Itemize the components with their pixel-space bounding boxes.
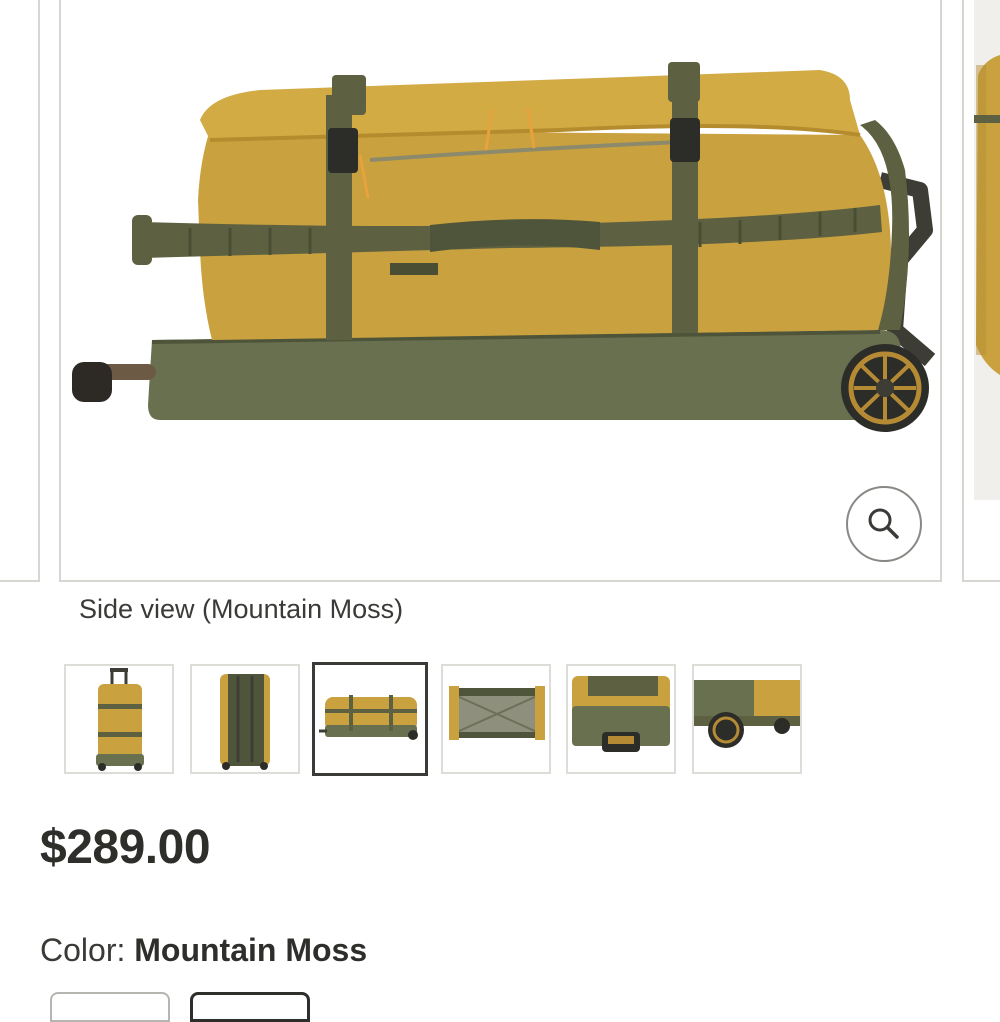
thumbnail-bottom-view[interactable] bbox=[566, 664, 676, 774]
product-hero-image bbox=[72, 62, 936, 432]
magnifier-icon bbox=[868, 508, 899, 539]
color-swatch-option[interactable] bbox=[50, 992, 170, 1022]
zoom-button[interactable] bbox=[846, 486, 922, 562]
thumbnail-interior-view[interactable] bbox=[441, 664, 551, 774]
previous-image-slide[interactable] bbox=[0, 0, 40, 582]
thumbnail-side-view[interactable] bbox=[312, 662, 428, 776]
color-value: Mountain Moss bbox=[134, 932, 368, 968]
thumbnail-wheel-view[interactable] bbox=[692, 664, 802, 774]
color-swatch-selected[interactable] bbox=[190, 992, 310, 1022]
next-slide-image-peek[interactable] bbox=[974, 0, 1000, 500]
color-label: Color: bbox=[40, 932, 135, 968]
thumbnail-back-view[interactable] bbox=[190, 664, 300, 774]
image-caption: Side view (Mountain Moss) bbox=[79, 594, 404, 624]
color-selection-row: Color: Mountain Moss bbox=[40, 932, 367, 969]
product-price: $289.00 bbox=[40, 821, 211, 874]
thumbnail-front-view[interactable] bbox=[64, 664, 174, 774]
